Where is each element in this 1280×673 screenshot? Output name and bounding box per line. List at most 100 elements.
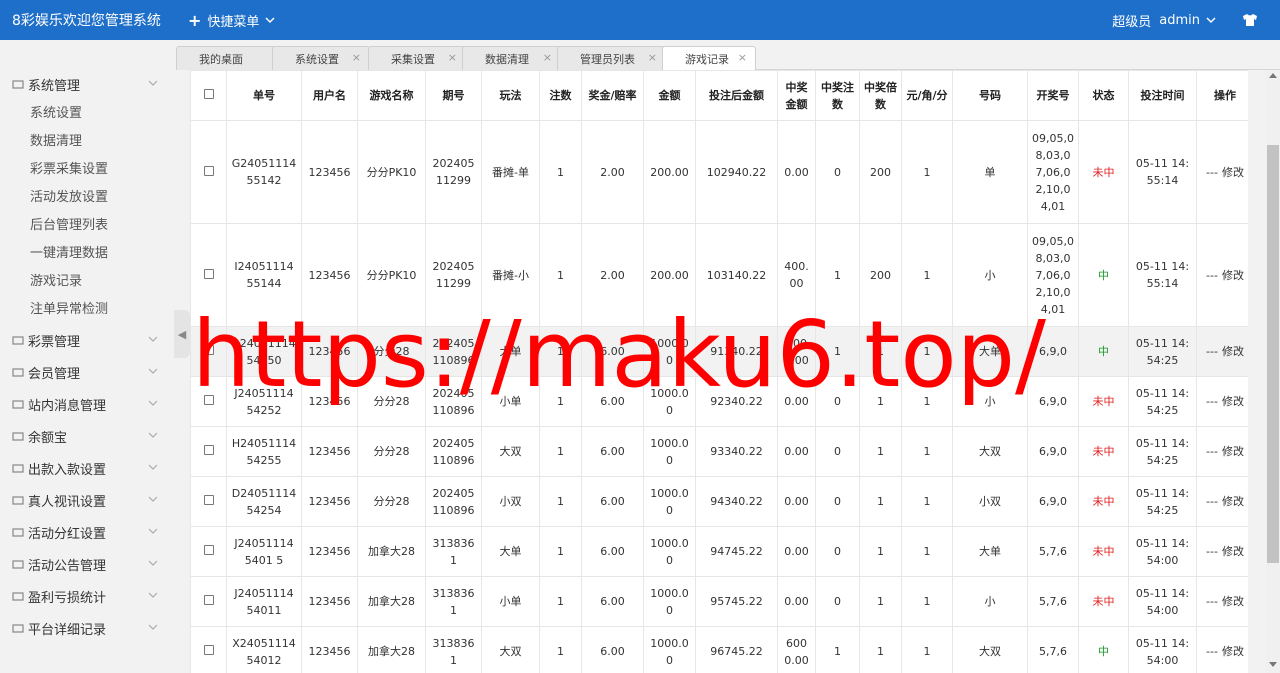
scroll-down-arrow[interactable] [1269,662,1277,667]
cell-user: 123456 [301,626,358,673]
cell-time: 05-11 14:54:25 [1128,376,1197,427]
row-checkbox[interactable] [203,395,214,405]
cell-unit: 1 [901,576,953,627]
cell-number: 单 [952,120,1028,224]
action-prefix: --- [1206,595,1218,608]
edit-link[interactable]: 修改 [1222,345,1244,358]
sidebar-item[interactable]: 注单异常检测 [0,296,174,324]
sidebar-group[interactable]: 活动公告管理 [0,548,174,580]
close-icon[interactable]: × [738,51,747,64]
sidebar-group[interactable]: 出款入款设置 [0,452,174,484]
cell-user: 123456 [301,326,358,377]
edit-link[interactable]: 修改 [1222,495,1244,508]
row-checkbox[interactable] [203,645,214,655]
cell-game: 加拿大28 [357,576,426,627]
edit-link[interactable]: 修改 [1222,166,1244,179]
edit-link[interactable]: 修改 [1222,545,1244,558]
action-prefix: --- [1206,495,1218,508]
cell-win: 6000.00 [777,626,816,673]
user-menu[interactable]: admin [1159,13,1216,28]
cell-unit: 1 [901,376,953,427]
row-select-cell [190,626,227,673]
cell-win: 0.00 [777,476,816,527]
sidebar-item[interactable]: 游戏记录 [0,268,174,296]
column-header: 开奖号 [1027,70,1079,121]
sidebar-group[interactable]: 站内消息管理 [0,388,174,420]
sidebar-collapse-handle[interactable]: ◀ [174,310,190,358]
tab-label: 采集设置 [391,52,435,66]
skin-shirt-icon[interactable] [1242,13,1258,27]
quick-menu-button[interactable]: + 快捷菜单 [188,11,275,30]
chevron-down-icon [148,368,158,374]
cell-unit: 1 [901,476,953,527]
sidebar-item[interactable]: 数据清理 [0,128,174,156]
cell-odds: 2.00 [581,223,644,327]
game-record-table: 单号 用户名 游戏名称 期号 玩法 注数 奖金/赔率 金额 投注后金额 中奖金额 中奖注数 中奖倍数元… [190,70,1248,673]
tab-5[interactable]: 游戏记录 × [662,46,756,71]
close-icon[interactable]: × [543,51,552,64]
column-header: 玩法 [481,70,540,121]
sidebar-group[interactable]: 平台详细记录 [0,612,174,644]
sidebar-group[interactable]: 余额宝 [0,420,174,452]
cell-number: 大双 [952,626,1028,673]
tab-0[interactable]: 我的桌面 [176,46,276,70]
sidebar-item[interactable]: 后台管理列表 [0,212,174,240]
sidebar-item[interactable]: 系统设置 [0,100,174,128]
row-checkbox[interactable] [203,345,214,355]
cell-actions: --- 修改 [1196,576,1248,627]
table-row: A2405111454250 123456 分分28 202405110896 大单 1 6… [190,326,1248,377]
sidebar-group[interactable]: 彩票管理 [0,324,174,356]
cell-draw: 5,7,6 [1027,626,1079,673]
sidebar-item[interactable]: 一键清理数据 [0,240,174,268]
plus-icon: + [188,10,202,30]
row-checkbox[interactable] [203,165,214,176]
tab-1[interactable]: 系统设置 × [272,46,370,70]
edit-link[interactable]: 修改 [1222,395,1244,408]
edit-link[interactable]: 修改 [1222,445,1244,458]
tab-4[interactable]: 管理员列表 × [557,46,666,70]
doc-icon [12,528,24,537]
column-header: 状态 [1078,70,1129,121]
close-icon[interactable]: × [448,51,457,64]
edit-link[interactable]: 修改 [1222,595,1244,608]
close-icon[interactable]: × [352,51,361,64]
cell-count: 1 [539,576,582,627]
chevron-down-icon [148,496,158,502]
sidebar-item[interactable]: 彩票采集设置 [0,156,174,184]
cell-play: 大单 [481,526,540,577]
cell-user: 123456 [301,476,358,527]
select-all-cell [190,70,227,121]
row-checkbox[interactable] [203,495,214,505]
row-checkbox[interactable] [203,445,214,455]
row-select-cell [190,426,227,477]
sidebar-group-label: 余额宝 [28,430,68,446]
cell-odds: 6.00 [581,426,644,477]
edit-link[interactable]: 修改 [1222,269,1244,282]
table-row: H2405111454255 123456 分分28 202405110896 大双 1 6… [190,426,1248,477]
tab-3[interactable]: 数据清理 × [462,46,561,70]
cell-win-mult: 1 [859,626,902,673]
gear-icon [12,80,24,89]
row-checkbox[interactable] [203,595,214,605]
close-icon[interactable]: × [648,51,657,64]
tab-2[interactable]: 采集设置 × [368,46,466,70]
sidebar-group[interactable]: 真人视讯设置 [0,484,174,516]
select-all-checkbox[interactable] [203,89,214,99]
scrollbar-thumb[interactable] [1267,145,1279,563]
row-checkbox[interactable] [203,545,214,555]
sidebar-group[interactable]: 会员管理 [0,356,174,388]
sidebar-item[interactable]: 活动发放设置 [0,184,174,212]
sidebar-group[interactable]: 活动分红设置 [0,516,174,548]
column-header: 期号 [425,70,482,121]
action-prefix: --- [1206,445,1218,458]
row-checkbox[interactable] [203,268,214,279]
edit-link[interactable]: 修改 [1222,645,1244,658]
cell-amount: 1000.00 [643,526,696,577]
sidebar-group[interactable]: 系统管理 [0,68,174,100]
cell-time: 05-11 14:54:00 [1128,626,1197,673]
sidebar-group[interactable]: 盈利亏损统计 [0,580,174,612]
scroll-up-arrow[interactable] [1269,73,1277,78]
action-prefix: --- [1206,395,1218,408]
chevron-down-icon [148,464,158,470]
cell-id: I2405111455144 [226,223,302,327]
